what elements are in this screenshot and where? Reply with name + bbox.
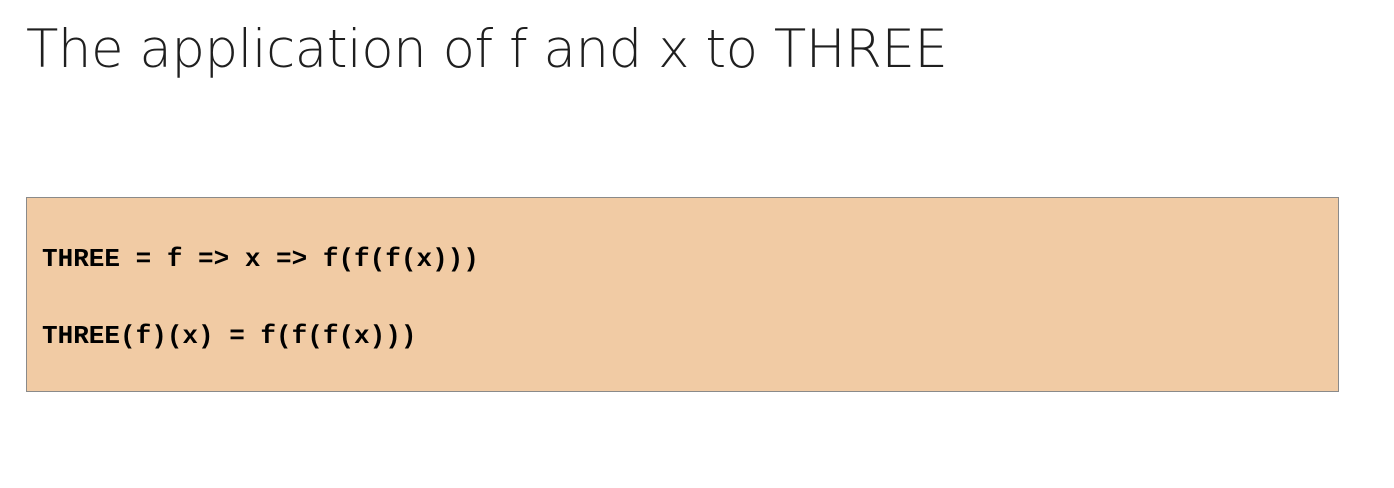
slide-title: The application of f and x to THREE xyxy=(26,19,948,80)
code-line-three-definition: THREE = f => x => f(f(f(x))) xyxy=(42,244,479,274)
code-line-three-application: THREE(f)(x) = f(f(f(x))) xyxy=(42,321,417,351)
code-block: THREE = f => x => f(f(f(x))) THREE(f)(x)… xyxy=(26,197,1339,392)
